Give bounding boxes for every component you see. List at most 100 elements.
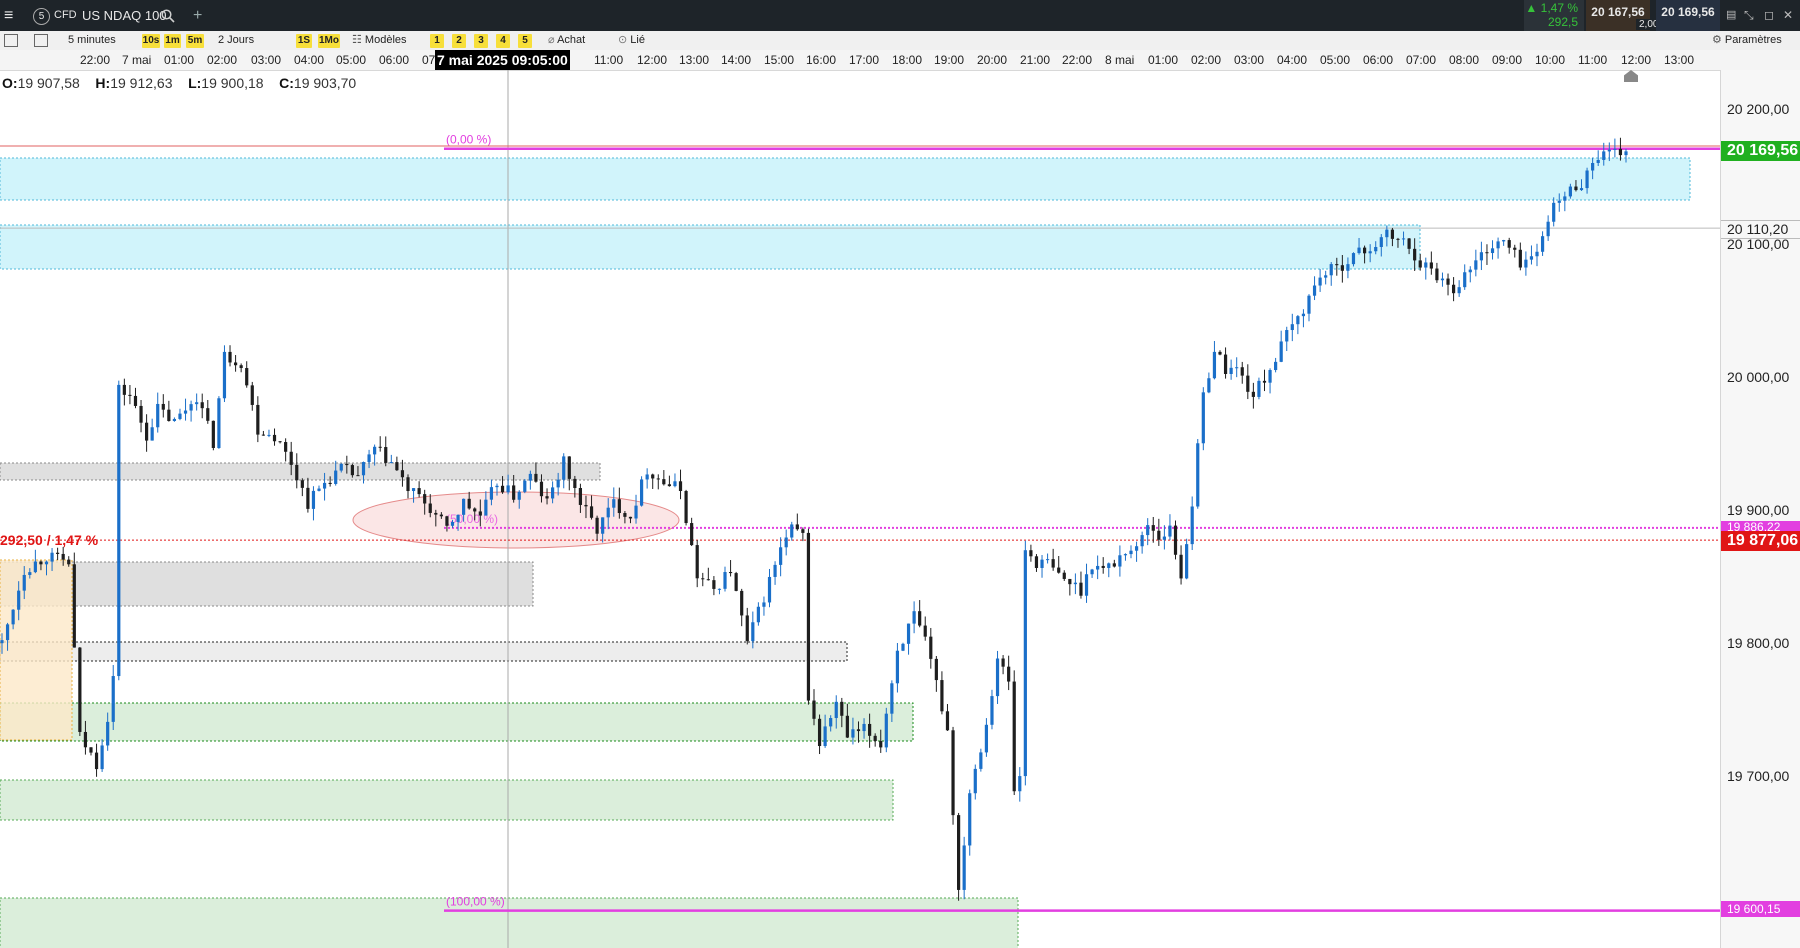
layout-4-button[interactable]: 4 <box>496 34 510 48</box>
candle-body <box>923 625 927 637</box>
price-chart[interactable]: (0,00 %) (50,00 %) 292,50 / 1,47 % (100,… <box>0 70 1720 948</box>
zone-green-upper[interactable] <box>0 702 914 742</box>
layout-2-button[interactable]: 2 <box>452 34 466 48</box>
candle-body <box>1429 262 1433 269</box>
add-tab-icon[interactable]: + <box>193 0 202 31</box>
candle-body <box>701 578 705 580</box>
candle-body <box>417 488 421 495</box>
hamburger-menu-icon[interactable]: ≡ <box>4 0 13 31</box>
timeframe-10s-button[interactable]: 10s <box>142 34 160 48</box>
candle-body <box>345 463 349 466</box>
layout-1-button[interactable]: 1 <box>430 34 444 48</box>
workspace-badge[interactable]: 5 <box>33 8 50 25</box>
price-axis[interactable]: 20 200,00 20 100,00 20 000,00 19 900,00 … <box>1720 70 1800 948</box>
candle-body <box>790 524 794 538</box>
zone-green-middle[interactable] <box>0 779 894 821</box>
candle-body <box>1613 148 1617 150</box>
layout-3-button[interactable]: 3 <box>474 34 488 48</box>
search-icon[interactable] <box>161 0 175 31</box>
link-button[interactable]: ⊙ Lié <box>618 31 645 49</box>
candle-body <box>1596 159 1600 163</box>
buy-icon: ⌀ <box>548 34 558 46</box>
x-tick: 06:00 <box>1363 53 1394 67</box>
close-icon[interactable]: ✕ <box>1783 0 1793 31</box>
models-button[interactable]: ☷ Modèles <box>352 31 407 49</box>
x-tick: 14:00 <box>721 53 752 67</box>
zone-blue-lower[interactable] <box>0 224 1421 270</box>
candle-body <box>1602 151 1606 160</box>
zone-orange[interactable] <box>0 559 73 741</box>
candle-body <box>39 561 43 565</box>
candle-body <box>762 602 766 607</box>
candle-body <box>1379 237 1383 247</box>
link-icon: ⊙ <box>618 34 631 46</box>
candle-body <box>1591 162 1595 171</box>
maximize-icon[interactable]: ◻ <box>1764 0 1774 31</box>
candle-body <box>1012 681 1016 792</box>
buy-button[interactable]: ⌀ Achat <box>548 31 585 49</box>
zone-blue-upper[interactable] <box>0 157 1691 201</box>
y-tick: 20 200,00 <box>1727 101 1790 117</box>
range-1s-button[interactable]: 1S <box>296 34 312 48</box>
zone-green-bottom[interactable] <box>0 897 1019 948</box>
chart-settings-icon[interactable]: ▤ <box>1726 0 1736 31</box>
timeframe-1m-button[interactable]: 1m <box>164 34 181 48</box>
zone-grey-middle[interactable] <box>0 561 534 607</box>
candle-body <box>1546 221 1550 237</box>
candle-body <box>1357 247 1361 254</box>
layout-5-button[interactable]: 5 <box>518 34 532 48</box>
candle-body <box>434 512 438 515</box>
ask-price-button[interactable]: 20 169,56 <box>1656 0 1720 31</box>
candle-body <box>1312 285 1317 296</box>
range-1mo-button[interactable]: 1Mo <box>318 34 340 48</box>
sidebar-toggle-icon[interactable] <box>4 34 18 47</box>
candle-body <box>1324 275 1328 278</box>
candle-body <box>89 747 93 753</box>
x-tick: 02:00 <box>207 53 238 67</box>
candle-body <box>206 408 210 421</box>
candle-body <box>1351 253 1356 265</box>
candle-body <box>673 481 677 487</box>
instrument-name[interactable]: US NDAQ 100 <box>82 0 167 31</box>
candle-body <box>384 447 388 463</box>
x-tick: 18:00 <box>892 53 923 67</box>
candle-body <box>456 514 460 522</box>
candle-body <box>829 718 833 727</box>
candle-body <box>334 470 338 484</box>
candle-body <box>1340 265 1344 271</box>
last-price-tag: 20 169,56 <box>1721 141 1800 161</box>
candle-body <box>890 683 894 714</box>
period-select[interactable]: 2 Jours <box>218 31 254 49</box>
fib-top-label: (0,00 %) <box>446 133 491 147</box>
interval-select[interactable]: 5 minutes <box>68 31 116 49</box>
candle-body <box>1096 565 1100 570</box>
candle-body <box>462 498 466 515</box>
candle-body <box>929 636 933 659</box>
candle-body <box>1585 170 1589 189</box>
x-tick: 16:00 <box>806 53 837 67</box>
candle-body <box>1123 554 1128 556</box>
candle-body <box>801 529 805 533</box>
candle-body <box>1296 316 1300 325</box>
layout-toggle-icon[interactable] <box>34 34 48 47</box>
candle-body <box>100 745 104 770</box>
zone-grey-upper[interactable] <box>0 462 601 481</box>
candle-body <box>167 409 171 421</box>
candle-body <box>756 606 760 623</box>
candle-body <box>256 404 260 435</box>
settings-button[interactable]: ⚙ Paramètres <box>1712 31 1782 49</box>
candle-body <box>717 588 722 590</box>
timeframe-5m-button[interactable]: 5m <box>186 34 204 48</box>
candle-body <box>1107 563 1111 568</box>
candle-body <box>901 643 905 651</box>
candle-body <box>1468 269 1472 273</box>
candle-body <box>884 713 888 748</box>
collapse-icon[interactable]: ⤡ <box>1744 0 1754 31</box>
candle-body <box>934 658 938 681</box>
candle-body <box>984 724 989 753</box>
candle-body <box>183 410 188 414</box>
zone-grey-lower[interactable] <box>0 641 848 662</box>
crosshair-price-tag: 20 110,20 <box>1721 220 1800 239</box>
candle-body <box>211 420 215 448</box>
y-tick: 19 900,00 <box>1727 502 1790 518</box>
